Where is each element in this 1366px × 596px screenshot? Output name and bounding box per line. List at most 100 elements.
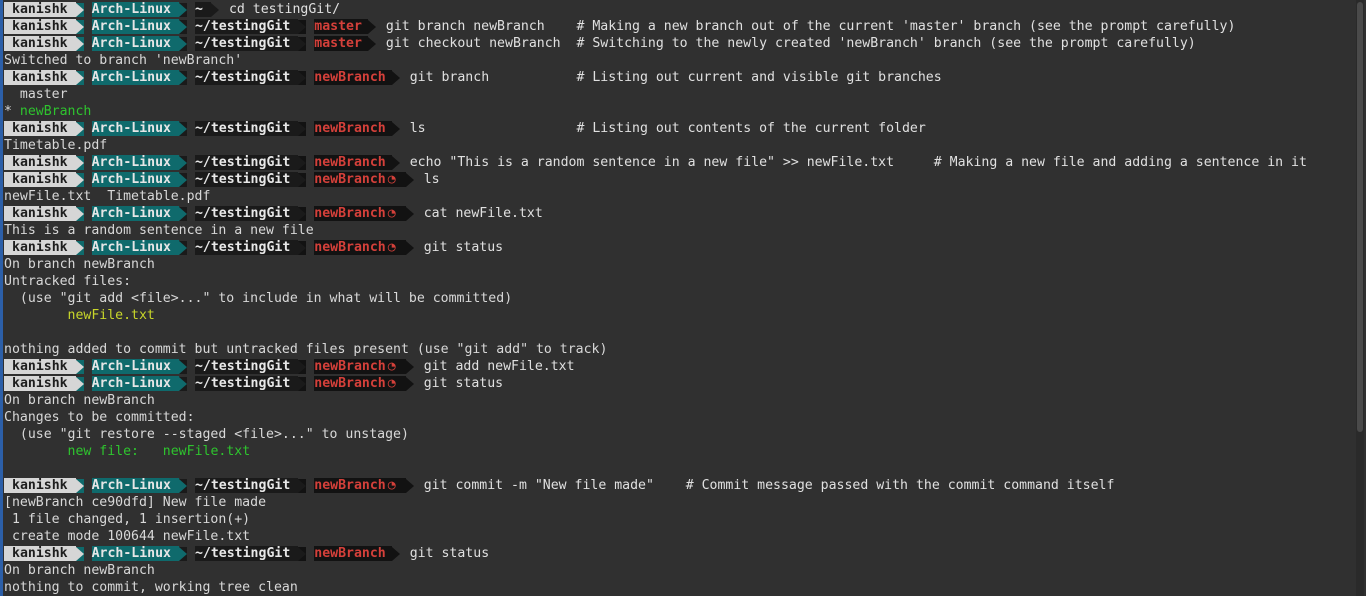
prompt-line: kanishk Arch-Linux ~/testingGit newBranch gi… [4,545,1352,562]
window-edge [0,0,3,596]
prompt-separator-icon [178,240,187,255]
prompt-separator-icon [75,240,84,255]
prompt-separator-icon [75,2,84,17]
prompt-git-branch: newBranch [314,546,392,561]
git-branch-name: master [314,36,362,51]
prompt-end-icon [367,36,376,51]
command-text: git branch # Listing out current and vis… [409,70,942,85]
prompt-line: kanishk Arch-Linux ~/testingGit newBranch ls… [4,120,1352,137]
output-text: nothing to commit, working tree clean [4,580,298,595]
prompt-separator-icon [75,121,84,136]
prompt-host: Arch-Linux [91,172,179,187]
prompt-path: ~/testingGit [194,36,299,51]
prompt-separator-icon [298,155,307,170]
output-text: newBranch [19,104,92,119]
prompt-separator-icon [298,36,307,51]
command-text: git commit -m "New file made" # Commit m… [423,478,1115,493]
prompt-separator-icon [75,155,84,170]
prompt-line: kanishk Arch-Linux ~/testingGit newBranch ◔ g… [4,477,1352,494]
prompt-host: Arch-Linux [91,121,179,136]
prompt-separator-icon [298,240,307,255]
prompt-separator-icon [178,36,187,51]
prompt-end-icon [405,359,414,374]
terminal-line: Changes to be committed: [4,409,1352,426]
prompt-git-branch: newBranch ◔ [314,172,406,187]
prompt-path: ~/testingGit [194,359,299,374]
terminal-output[interactable]: kanishk Arch-Linux ~ cd testingGit/kanishk A… [4,1,1352,596]
prompt-end-icon [391,546,400,561]
command-text: echo "This is a random sentence in a new… [409,155,1307,170]
prompt-host: Arch-Linux [91,2,179,17]
prompt-line: kanishk Arch-Linux ~/testingGit newBranch gi… [4,69,1352,86]
terminal-line: Untracked files: [4,273,1352,290]
terminal-line: Timetable.pdf [4,137,1352,154]
git-dirty-icon: ◔ [387,359,396,374]
prompt-end-icon [405,478,414,493]
git-branch-name: newBranch [314,546,386,561]
prompt-path: ~/testingGit [194,376,299,391]
scrollbar-thumb[interactable] [1357,2,1363,432]
prompt-path: ~/testingGit [194,172,299,187]
terminal-line: (use "git restore --staged <file>..." to… [4,426,1352,443]
prompt-separator-icon [298,70,307,85]
prompt-host: Arch-Linux [91,376,179,391]
git-branch-name: newBranch [314,172,386,187]
git-branch-name: newBranch [314,376,386,391]
git-branch-name: newBranch [314,155,386,170]
output-text: Untracked files: [4,274,132,289]
prompt-separator-icon [75,36,84,51]
prompt-end-icon [391,121,400,136]
prompt-user: kanishk [4,478,76,493]
prompt-user: kanishk [4,19,76,34]
prompt-path: ~/testingGit [194,121,299,136]
prompt-user: kanishk [4,70,76,85]
terminal-line: master [4,86,1352,103]
prompt-path: ~/testingGit [194,155,299,170]
prompt-separator-icon [75,376,84,391]
prompt-path: ~/testingGit [194,478,299,493]
terminal-line: new file: newFile.txt [4,443,1352,460]
terminal-line: On branch newBranch [4,256,1352,273]
prompt-git-branch: newBranch ◔ [314,206,406,221]
output-text: newFile.txt Timetable.pdf [4,189,211,204]
prompt-separator-icon [75,546,84,561]
prompt-separator-icon [75,19,84,34]
output-text: * [4,104,20,119]
prompt-git-branch: newBranch [314,121,392,136]
prompt-separator-icon [178,172,187,187]
terminal-line: [newBranch ce90dfd] New file made [4,494,1352,511]
prompt-user: kanishk [4,376,76,391]
prompt-host: Arch-Linux [91,478,179,493]
prompt-line: kanishk Arch-Linux ~/testingGit newBranch ◔ c… [4,205,1352,222]
prompt-host: Arch-Linux [91,19,179,34]
prompt-line: kanishk Arch-Linux ~/testingGit newBranch ec… [4,154,1352,171]
prompt-git-branch: newBranch [314,155,392,170]
prompt-user: kanishk [4,359,76,374]
prompt-host: Arch-Linux [91,359,179,374]
output-text: new file: newFile.txt [67,444,251,459]
prompt-git-branch: newBranch ◔ [314,359,406,374]
prompt-separator-icon [298,19,307,34]
prompt-path: ~/testingGit [194,19,299,34]
output-text: This is a random sentence in a new file [4,223,314,238]
prompt-user: kanishk [4,2,76,17]
output-text: 1 file changed, 1 insertion(+) [4,512,251,527]
prompt-user: kanishk [4,546,76,561]
prompt-user: kanishk [4,172,76,187]
git-dirty-icon: ◔ [387,478,396,493]
output-text: nothing added to commit but untracked fi… [4,342,608,357]
prompt-separator-icon [178,121,187,136]
command-text: ls [423,172,440,187]
prompt-separator-icon [298,172,307,187]
git-branch-name: newBranch [314,359,386,374]
prompt-end-icon [405,206,414,221]
prompt-git-branch: master [314,36,368,51]
terminal-line: On branch newBranch [4,562,1352,579]
prompt-separator-icon [75,70,84,85]
prompt-separator-icon [178,19,187,34]
prompt-separator-icon [298,206,307,221]
command-text: ls # Listing out contents of the current… [409,121,926,136]
prompt-user: kanishk [4,240,76,255]
